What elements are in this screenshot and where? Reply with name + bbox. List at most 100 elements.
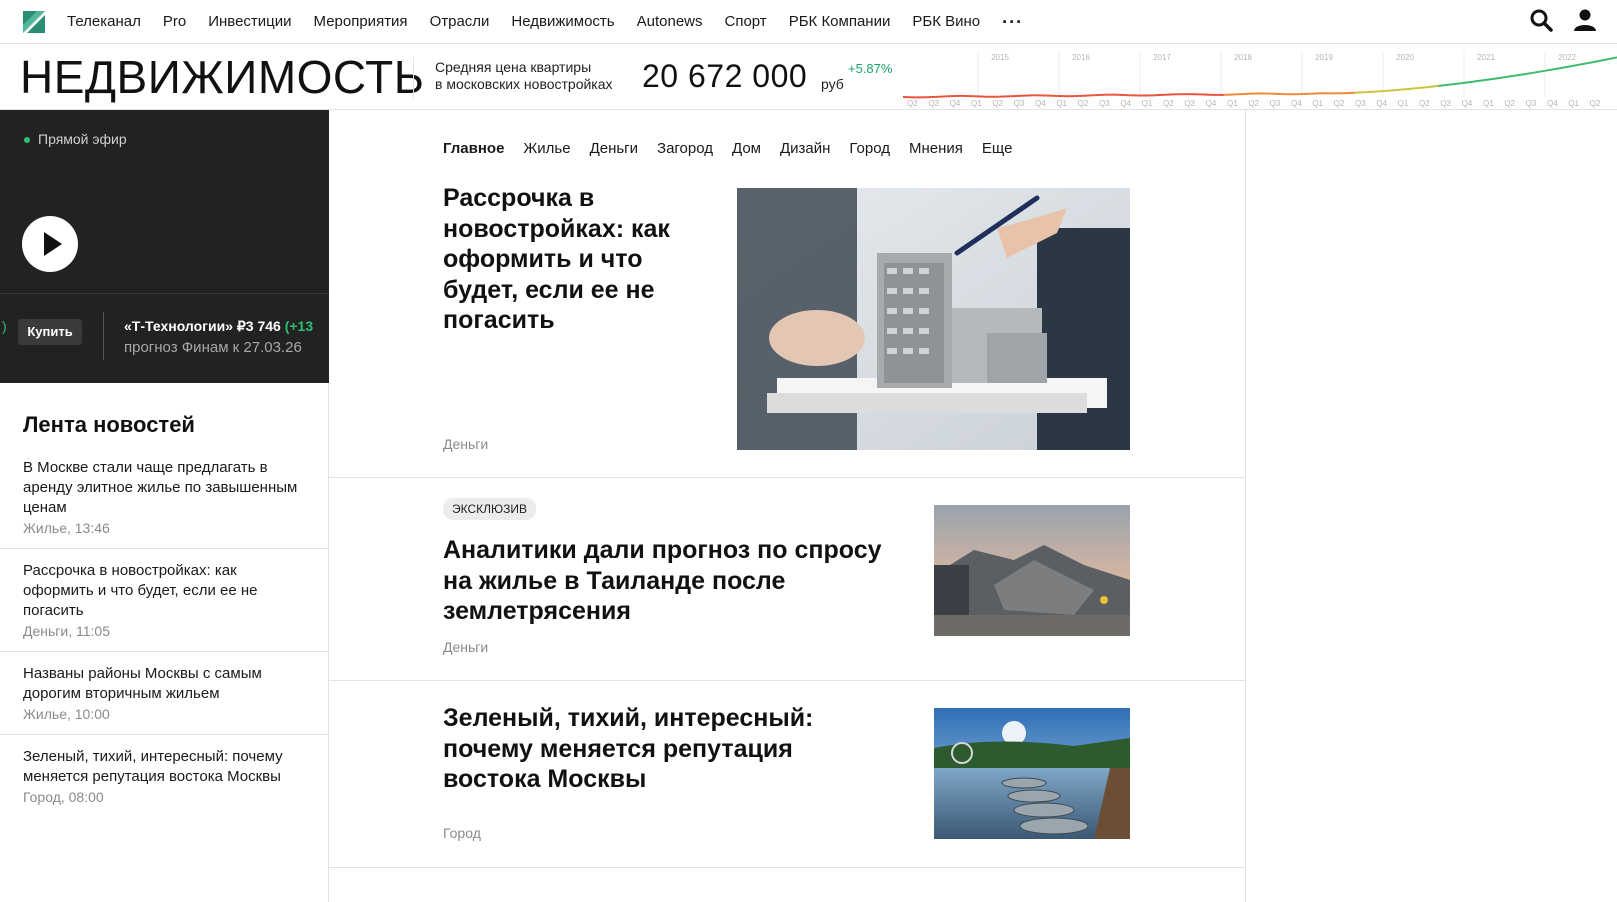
chart-quarter-label: Q1: [1227, 99, 1238, 108]
feed-item[interactable]: Названы районы Москвы с самым дорогим вт…: [0, 652, 328, 735]
nav-item-pro[interactable]: Pro: [163, 13, 186, 30]
article-headline[interactable]: Аналитики дали прогноз по спросу на жиль…: [443, 535, 913, 627]
chart-year-label: 2021: [1477, 53, 1495, 62]
nav-item-realty[interactable]: Недвижимость: [511, 13, 614, 30]
top-navigation: Телеканал Pro Инвестиции Мероприятия Отр…: [0, 0, 1617, 44]
chart-quarter-label: Q2: [1419, 99, 1430, 108]
chart-quarter-label: Q1: [1312, 99, 1323, 108]
promo-stock-name[interactable]: «Т-Технологии» ₽3 746 (+13: [124, 318, 313, 335]
article-card-featured: Рассрочка в новостройках: как оформить и…: [329, 110, 1245, 478]
chart-trend-segment: [1533, 69, 1546, 74]
news-feed-title: Лента новостей: [23, 412, 195, 437]
feed-item[interactable]: Рассрочка в новостройках: как оформить и…: [0, 549, 328, 652]
chart-quarter-label: Q2: [1163, 99, 1174, 108]
chart-quarter-label: Q2: [1590, 99, 1601, 108]
chart-year-label: 2016: [1072, 53, 1090, 62]
article-card: Зеленый, тихий, интересный: почему меняе…: [329, 681, 1245, 868]
chart-trend-segment: [1117, 93, 1130, 97]
feed-item-meta: Город, 08:00: [23, 789, 104, 805]
article-rubric[interactable]: Город: [443, 825, 481, 841]
promo-stock-price: «Т-Технологии» ₽3 746: [124, 318, 281, 334]
chart-trend-segment: [1010, 94, 1023, 98]
news-feed: В Москве стали чаще предлагать в аренду …: [0, 455, 328, 817]
price-unit: руб: [821, 76, 844, 92]
play-icon[interactable]: [22, 216, 78, 272]
user-icon[interactable]: [1573, 8, 1597, 32]
chart-quarter-label: Q2: [907, 99, 918, 108]
chart-quarter-label: Q1: [1483, 99, 1494, 108]
article-headline[interactable]: Рассрочка в новостройках: как оформить и…: [443, 183, 713, 336]
chart-trend-segment: [1426, 84, 1439, 89]
article-rubric[interactable]: Деньги: [443, 436, 488, 452]
live-label[interactable]: Прямой эфир: [38, 131, 127, 147]
nav-item-industries[interactable]: Отрасли: [430, 13, 490, 30]
chart-quarter-label: Q4: [1120, 99, 1131, 108]
chart-quarter-label: Q4: [1462, 99, 1473, 108]
chart-quarter-label: Q3: [1099, 99, 1110, 108]
section-title[interactable]: НЕДВИЖИМОСТЬ: [20, 50, 424, 104]
nav-item-autonews[interactable]: Autonews: [637, 13, 703, 30]
left-column: Прямой эфир ) Купить «Т-Технологии» ₽3 7…: [0, 110, 329, 902]
search-icon[interactable]: [1529, 8, 1553, 32]
promo-prev-fragment: ): [2, 318, 7, 334]
chart-trend-segment: [1152, 93, 1165, 97]
buy-button[interactable]: Купить: [18, 319, 82, 345]
chart-quarter-label: Q1: [1056, 99, 1067, 108]
rbc-logo-icon[interactable]: [23, 10, 45, 33]
chart-quarter-label: Q4: [1547, 99, 1558, 108]
chart-trend-segment: [1485, 77, 1499, 81]
chart-trend-segment: [1402, 87, 1415, 91]
chart-quarter-label: Q3: [1355, 99, 1366, 108]
chart-trend-segment: [938, 95, 951, 98]
nav-item-events[interactable]: Мероприятия: [314, 13, 408, 30]
price-label-line1: Средняя цена квартиры: [435, 59, 592, 75]
article-image-building-model[interactable]: [737, 188, 1130, 450]
chart-year-label: 2019: [1315, 53, 1333, 62]
chart-quarter-label: Q1: [1568, 99, 1579, 108]
nav-more-button[interactable]: ···: [1002, 13, 1023, 31]
feed-item-meta: Жилье, 10:00: [23, 706, 110, 722]
nav-item-sport[interactable]: Спорт: [725, 13, 767, 30]
chart-quarter-label: Q3: [1014, 99, 1025, 108]
chart-quarter-label: Q2: [1248, 99, 1259, 108]
chart-trend-segment: [1224, 93, 1237, 96]
chart-quarter-label: Q4: [1291, 99, 1302, 108]
article-image-collapsed-building[interactable]: [934, 505, 1130, 636]
chart-trend-segment: [1367, 90, 1380, 94]
chart-quarter-label: Q4: [1035, 99, 1046, 108]
article-headline[interactable]: Зеленый, тихий, интересный: почему меняе…: [443, 703, 863, 795]
feed-item-text: Названы районы Москвы с самым дорогим вт…: [23, 665, 262, 702]
chart-quarter-label: Q1: [1398, 99, 1409, 108]
chart-trend-segment: [1378, 89, 1391, 93]
chart-trend-segment: [1521, 71, 1534, 76]
feed-item-text: Рассрочка в новостройках: как оформить и…: [23, 562, 258, 619]
section-header: НЕДВИЖИМОСТЬ Средняя цена квартиры в мос…: [0, 45, 1617, 110]
nav-item-companies[interactable]: РБК Компании: [789, 13, 891, 30]
nav-item-investments[interactable]: Инвестиции: [208, 13, 291, 30]
chart-trend-segment: [1093, 93, 1106, 97]
chart-trend-segment: [1438, 83, 1451, 87]
nav-item-tv[interactable]: Телеканал: [67, 13, 141, 30]
price-change: +5.87%: [848, 61, 893, 76]
article-image-pond-boats[interactable]: [934, 708, 1130, 839]
article-rubric[interactable]: Деньги: [443, 639, 488, 655]
feed-item[interactable]: В Москве стали чаще предлагать в аренду …: [0, 455, 328, 549]
chart-year-label: 2020: [1396, 53, 1414, 62]
chart-quarter-label: Q4: [1376, 99, 1387, 108]
chart-quarter-label: Q3: [1184, 99, 1195, 108]
chart-trend-segment: [1414, 86, 1427, 90]
main-content: Главное Жилье Деньги Загород Дом Дизайн …: [329, 110, 1246, 902]
chart-quarter-label: Q3: [1526, 99, 1537, 108]
promo-forecast: прогноз Финам к 27.03.26: [124, 339, 302, 356]
exclusive-badge: ЭКСКЛЮЗИВ: [443, 498, 537, 520]
promo-ticker: ) Купить «Т-Технологии» ₽3 746 (+13 прог…: [0, 293, 329, 383]
price-label-line2: в московских новостройках: [435, 76, 613, 92]
feed-item[interactable]: Зеленый, тихий, интересный: почему меняе…: [0, 735, 328, 817]
chart-trend-segment: [926, 95, 939, 99]
price-mini-chart[interactable]: 2015 2016 2017 2018 2019 2020 2021 2022 Q2 Q3 Q4 Q1…: [903, 45, 1617, 110]
price-label: Средняя цена квартиры в московских новос…: [435, 59, 613, 93]
chart-trend-segment: [1604, 56, 1617, 61]
chart-year-label: 2015: [991, 53, 1009, 62]
nav-item-wine[interactable]: РБК Вино: [912, 13, 980, 30]
chart-quarter-label: Q2: [1334, 99, 1345, 108]
